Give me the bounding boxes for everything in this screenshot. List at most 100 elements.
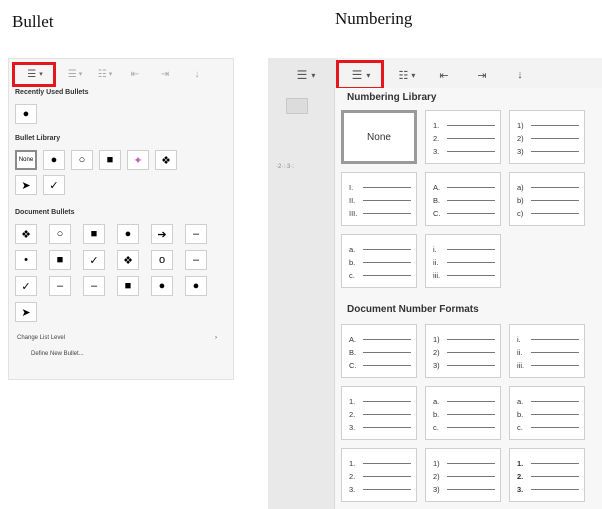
numbering-line: 3. [517,484,579,494]
bullet-library-option[interactable]: ○ [71,150,93,170]
numbering-rule [363,186,411,188]
sort-button[interactable]: ↓ [189,67,205,81]
numbering-format-option[interactable]: I. II. III. [341,172,417,226]
define-new-bullet-item[interactable]: Define New Bullet... [31,351,84,357]
numbering-format-option[interactable]: a. b. c. [509,386,585,440]
numbering-format-option[interactable]: a) b) c) [509,172,585,226]
numbering-line: 2) [433,347,495,357]
bullet-library-option[interactable]: ❖ [155,150,177,170]
document-bullet-option[interactable]: ❖ [15,224,37,244]
numbering-label: 3) [517,146,524,156]
numbering-label: b. [349,257,356,267]
numbering-label: B. [349,347,357,357]
numbering-dropdown-window: ·2·:·3·: ☰ ▾ ☰ ▾ ☷ ▾ ⇤ ⇥ ↓ Numbering Librar… [268,58,602,509]
bullet-library-option[interactable]: ✦ [127,150,149,170]
numbering-line: 1. [517,458,579,468]
numbering-label: 2. [349,409,356,419]
numbering-line: 3. [433,146,495,156]
numbering-format-option[interactable]: 1. 2. 3. [341,448,417,502]
numbering-label: 1. [517,458,524,468]
document-bullet-option[interactable]: – [49,276,71,296]
numbering-line: i. [517,334,579,344]
bullet-dropdown-panel: ☰ ▾ ☰ ▾ ☷ ▾ ⇤ ⇥ ↓ Recently Used Bullets ● B… [8,58,234,380]
numbering-line: 3) [433,360,495,370]
numbering-rule [531,186,579,188]
numbering-rule [531,475,579,477]
bullet-library-option[interactable]: ➤ [15,175,37,195]
recent-bullet-option[interactable]: ● [15,104,37,124]
document-bullet-option[interactable]: • [15,250,37,270]
increase-indent-button[interactable]: ⇥ [157,67,173,81]
numbering-label: 2) [517,133,524,143]
numbering-format-option[interactable]: a. b. c. [341,234,417,288]
document-bullet-option[interactable]: ■ [117,276,139,296]
numbering-format-option[interactable]: 1) 2) 3) [425,448,501,502]
bullet-library-option[interactable]: ■ [99,150,121,170]
numbering-format-option[interactable]: 1) 2) 3) [509,110,585,164]
document-number-formats-title: Document Number Formats [347,304,479,315]
document-bullet-option[interactable]: ➔ [151,224,173,244]
numbering-rule [447,475,495,477]
numbering-label: 2. [517,471,524,481]
numbering-rule [447,124,495,126]
numbering-format-option[interactable]: i. ii. iii. [509,324,585,378]
numbering-rule [531,400,579,402]
numbering-format-option[interactable]: 1) 2) 3) [425,324,501,378]
multilevel-list-button[interactable]: ☷ ▾ [93,67,117,81]
document-bullet-option[interactable]: – [185,224,207,244]
numbering-rule [363,274,411,276]
sort-button[interactable]: ↓ [512,68,528,82]
bullet-library-option[interactable]: ● [43,150,65,170]
numbering-rule [363,351,411,353]
document-bullet-option[interactable]: o [151,250,173,270]
numbering-format-option[interactable]: A. B. C. [341,324,417,378]
numbering-line: 2) [517,133,579,143]
document-bullet-option[interactable]: ➤ [15,302,37,322]
increase-indent-button[interactable]: ⇥ [474,68,490,82]
numbering-none-option[interactable]: None [341,110,417,164]
numbering-button[interactable]: ☰ ▾ [63,67,87,81]
document-bullet-option[interactable]: – [83,276,105,296]
document-bullet-option[interactable]: ■ [83,224,105,244]
align-left-icon [286,98,308,114]
document-bullet-option[interactable]: ● [117,224,139,244]
change-list-level-item[interactable]: Change List Level [17,335,65,341]
numbering-line: C. [433,208,495,218]
numbering-format-option[interactable]: 1. 2. 3. [425,110,501,164]
document-bullet-option[interactable]: ✓ [83,250,105,270]
document-bullet-option[interactable]: ✓ [15,276,37,296]
numbering-format-option[interactable]: A. B. C. [425,172,501,226]
numbering-line: c. [433,422,495,432]
multilevel-list-button[interactable]: ☷ ▾ [392,68,422,82]
numbering-format-option[interactable]: 1. 2. 3. [341,386,417,440]
numbering-format-option[interactable]: i. ii. iii. [425,234,501,288]
numbering-line: a. [433,396,495,406]
numbering-highlight-box [336,60,384,90]
numbering-rule [363,338,411,340]
numbering-rule [531,413,579,415]
bullet-library-option[interactable]: ✓ [43,175,65,195]
numbering-label: I. [349,182,354,192]
numbering-label: A. [433,182,441,192]
bullet-none-option[interactable]: None [15,150,37,170]
numbering-rule [363,488,411,490]
decrease-indent-icon: ⇤ [130,68,140,80]
document-bullet-option[interactable]: ● [151,276,173,296]
document-bullet-option[interactable]: ■ [49,250,71,270]
numbering-label: a) [517,182,524,192]
numbering-rule [447,199,495,201]
decrease-indent-button[interactable]: ⇤ [127,67,143,81]
document-bullet-option[interactable]: – [185,250,207,270]
numbering-format-option[interactable]: 1. 2. 3. [509,448,585,502]
document-bullet-option[interactable]: ○ [49,224,71,244]
decrease-indent-button[interactable]: ⇤ [436,68,452,82]
bullets-highlight-box [12,62,56,87]
bullets-button[interactable]: ☰ ▾ [286,68,326,82]
document-bullet-option[interactable]: ● [185,276,207,296]
numbering-library-title: Numbering Library [347,92,437,103]
numbering-label: 1) [433,334,440,344]
numbering-format-option[interactable]: a. b. c. [425,386,501,440]
numbering-label: 1) [517,120,524,130]
document-bullet-option[interactable]: ❖ [117,250,139,270]
numbering-rule [531,212,579,214]
